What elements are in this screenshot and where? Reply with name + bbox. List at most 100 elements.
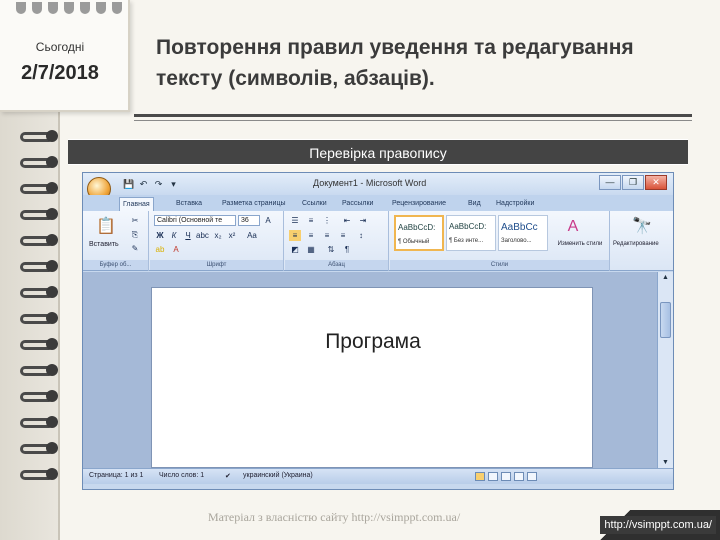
decrease-indent-icon[interactable]: ⇤	[341, 215, 353, 226]
binder-ring	[20, 338, 58, 352]
font-color-icon[interactable]: A	[170, 244, 182, 255]
binder-ring	[20, 156, 58, 170]
status-words[interactable]: Число слов: 1	[159, 472, 204, 479]
tab-insert[interactable]: Вставка	[173, 197, 205, 211]
binder-ring	[20, 390, 58, 404]
binder-ring	[20, 416, 58, 430]
print-layout-view-button[interactable]	[475, 472, 485, 481]
binder-ring	[20, 208, 58, 222]
style-heading[interactable]: AaBbCc Заголово...	[498, 215, 548, 251]
binder-ring	[20, 364, 58, 378]
status-language[interactable]: украинский (Украина)	[243, 472, 313, 479]
multilevel-icon[interactable]: ⋮	[321, 215, 333, 226]
superscript-icon[interactable]: x²	[226, 230, 238, 241]
tab-mailings[interactable]: Рассылки	[339, 197, 376, 211]
date-label: Сьогодні	[35, 40, 85, 54]
save-icon[interactable]: 💾	[123, 179, 134, 189]
font-name-select[interactable]: Calibri (Основной те	[154, 215, 236, 226]
styles-group-label: Стили	[390, 260, 609, 270]
style-name: ¶ Обычный	[398, 239, 430, 245]
customize-qa-icon[interactable]: ▾	[168, 179, 179, 189]
style-no-spacing[interactable]: AaBbCcD: ¶ Без инте...	[446, 215, 496, 251]
scroll-thumb[interactable]	[660, 302, 671, 338]
scroll-down-icon[interactable]: ▼	[660, 459, 671, 466]
align-left-icon[interactable]: ≡	[289, 230, 301, 241]
title-divider	[134, 114, 692, 117]
status-bar: Страница: 1 из 1 Число слов: 1 ✔ украинс…	[83, 468, 673, 484]
ribbon-tabs: Главная Вставка Разметка страницы Ссылки…	[83, 195, 673, 211]
date-value: 2/7/2018	[21, 62, 99, 84]
paste-icon[interactable]: 📋	[95, 217, 117, 237]
sort-icon[interactable]: ⇅	[325, 244, 337, 255]
strikethrough-icon[interactable]: abc	[196, 230, 209, 241]
bold-icon[interactable]: Ж	[154, 230, 166, 241]
line-spacing-icon[interactable]: ↕	[355, 230, 367, 241]
date-card: Сьогодні 2/7/2018	[0, 0, 130, 112]
binder-ring	[20, 286, 58, 300]
vertical-scrollbar[interactable]: ▲ ▼	[657, 272, 673, 468]
italic-icon[interactable]: К	[168, 230, 180, 241]
align-center-icon[interactable]: ≡	[305, 230, 317, 241]
subtitle-bar: Перевірка правопису	[68, 139, 688, 165]
minimize-button[interactable]: —	[599, 175, 621, 190]
binder-ring	[20, 442, 58, 456]
style-name: Заголово...	[501, 238, 532, 244]
styles-group: AaBbCcD: ¶ Обычный AaBbCcD: ¶ Без инте..…	[390, 211, 610, 271]
binder-ring	[20, 260, 58, 274]
font-size-select[interactable]: 36	[238, 215, 260, 226]
full-screen-view-button[interactable]	[488, 472, 498, 481]
copy-icon[interactable]: ⎘	[129, 229, 141, 240]
tab-review[interactable]: Рецензирование	[389, 197, 449, 211]
cut-icon[interactable]: ✂	[129, 215, 141, 226]
document-text[interactable]: Програма	[152, 330, 594, 354]
undo-icon[interactable]: ↶	[138, 179, 149, 189]
tab-home[interactable]: Главная	[119, 197, 154, 211]
underline-icon[interactable]: Ч	[182, 230, 194, 241]
spellcheck-icon[interactable]: ✔	[225, 472, 231, 480]
borders-icon[interactable]: ▦	[305, 244, 317, 255]
style-normal[interactable]: AaBbCcD: ¶ Обычный	[394, 215, 444, 251]
editing-label[interactable]: Редактирование	[613, 241, 659, 247]
format-painter-icon[interactable]: ✎	[129, 243, 141, 254]
word-window: 💾 ↶ ↷ ▾ Документ1 - Microsoft Word — ❐ ✕…	[82, 172, 674, 490]
ribbon: 📋 Вставить ✂ ⎘ ✎ Буфер об... Calibri (Ос…	[83, 211, 673, 271]
binoculars-icon[interactable]: 🔭	[631, 217, 653, 237]
document-area: Програма	[83, 272, 657, 468]
tab-references[interactable]: Ссылки	[299, 197, 330, 211]
footer-note: Матеріал з власністю сайту http://vsimpp…	[208, 510, 461, 524]
pilcrow-icon[interactable]: ¶	[341, 244, 353, 255]
redo-icon[interactable]: ↷	[153, 179, 164, 189]
justify-icon[interactable]: ≡	[337, 230, 349, 241]
close-button[interactable]: ✕	[645, 175, 667, 190]
document-page[interactable]: Програма	[151, 287, 593, 468]
outline-view-button[interactable]	[514, 472, 524, 481]
change-styles-icon[interactable]: A	[562, 217, 584, 237]
maximize-button[interactable]: ❐	[622, 175, 644, 190]
web-layout-view-button[interactable]	[501, 472, 511, 481]
draft-view-button[interactable]	[527, 472, 537, 481]
subscript-icon[interactable]: x₂	[212, 230, 224, 241]
change-styles-label[interactable]: Изменить стили	[554, 241, 606, 247]
clear-format-icon[interactable]: Aa	[246, 230, 258, 241]
grow-font-icon[interactable]: A	[262, 215, 274, 226]
paragraph-group-label: Абзац	[285, 260, 388, 270]
scroll-up-icon[interactable]: ▲	[660, 274, 671, 281]
binder-ring	[20, 130, 58, 144]
highlight-icon[interactable]: ab	[154, 244, 166, 255]
status-page[interactable]: Страница: 1 из 1	[89, 472, 143, 479]
increase-indent-icon[interactable]: ⇥	[357, 215, 369, 226]
align-right-icon[interactable]: ≡	[321, 230, 333, 241]
clipboard-group: 📋 Вставить ✂ ⎘ ✎ Буфер об...	[83, 211, 149, 271]
bullets-icon[interactable]: ☰	[289, 215, 301, 226]
tab-page-layout[interactable]: Разметка страницы	[219, 197, 289, 211]
binder-ring	[20, 234, 58, 248]
corner-url: http://vsimppt.com.ua/	[600, 516, 716, 534]
paste-label[interactable]: Вставить	[89, 241, 119, 248]
tab-view[interactable]: Вид	[465, 197, 484, 211]
tab-addins[interactable]: Надстройки	[493, 197, 537, 211]
style-name: ¶ Без инте...	[449, 238, 484, 244]
shading-icon[interactable]: ◩	[289, 244, 301, 255]
clipboard-group-label: Буфер об...	[83, 260, 148, 270]
font-group-label: Шрифт	[150, 260, 283, 270]
numbering-icon[interactable]: ≡	[305, 215, 317, 226]
